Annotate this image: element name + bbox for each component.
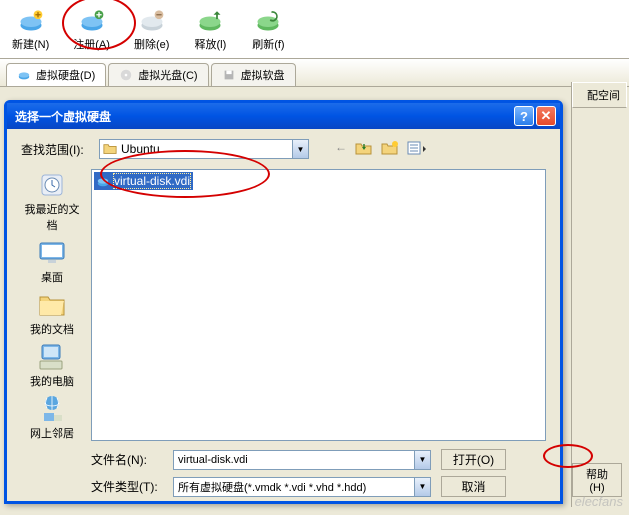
folder-icon bbox=[103, 142, 117, 156]
help-button[interactable]: 帮助(H) bbox=[572, 463, 622, 497]
delete-button[interactable]: 删除(e) bbox=[126, 2, 177, 56]
new-button[interactable]: 新建(N) bbox=[4, 2, 57, 56]
dialog-help-icon[interactable]: ? bbox=[514, 106, 534, 126]
sidebar-mydocs-label: 我的文档 bbox=[30, 324, 74, 336]
register-label: 注册(A) bbox=[73, 36, 110, 52]
dialog-titlebar: 选择一个虚拟硬盘 ? ✕ bbox=[7, 103, 560, 129]
sidebar-network[interactable]: 网上邻居 bbox=[30, 393, 74, 441]
space-column: 配空间 bbox=[572, 82, 627, 108]
sidebar-mydocs[interactable]: 我的文档 bbox=[30, 289, 74, 337]
refresh-label: 刷新(f) bbox=[252, 36, 284, 52]
vdi-file-icon bbox=[96, 174, 110, 188]
new-folder-icon[interactable] bbox=[381, 140, 399, 159]
tab-hdd[interactable]: 虚拟硬盘(D) bbox=[6, 63, 106, 86]
new-label: 新建(N) bbox=[12, 36, 49, 52]
sidebar-desktop[interactable]: 桌面 bbox=[36, 237, 68, 285]
side-panel: 配空间 帮助(H) bbox=[571, 82, 627, 507]
file-name: virtual-disk.vdi bbox=[113, 173, 191, 189]
dialog-close-icon[interactable]: ✕ bbox=[536, 106, 556, 126]
lookin-label: 查找范围(I): bbox=[21, 141, 93, 158]
main-toolbar: 新建(N) 注册(A) 删除(e) 释放(l) 刷新(f) bbox=[0, 0, 629, 59]
release-button[interactable]: 释放(l) bbox=[185, 2, 235, 56]
sidebar-desktop-label: 桌面 bbox=[41, 272, 63, 284]
tab-fd-label: 虚拟软盘 bbox=[241, 67, 285, 83]
view-menu-icon[interactable] bbox=[407, 140, 427, 159]
tab-cd[interactable]: 虚拟光盘(C) bbox=[108, 63, 208, 86]
list-item[interactable]: virtual-disk.vdi bbox=[94, 172, 193, 190]
lookin-value: Ubuntu bbox=[121, 142, 160, 156]
delete-label: 删除(e) bbox=[134, 36, 169, 52]
chevron-down-icon[interactable]: ▼ bbox=[414, 451, 430, 469]
tab-cd-label: 虚拟光盘(C) bbox=[138, 67, 197, 83]
lookin-combo[interactable]: Ubuntu ▼ bbox=[99, 139, 309, 159]
register-button[interactable]: 注册(A) bbox=[65, 2, 118, 56]
filename-input[interactable]: virtual-disk.vdi ▼ bbox=[173, 450, 431, 470]
tab-fd[interactable]: 虚拟软盘 bbox=[211, 63, 296, 86]
filetype-select[interactable]: 所有虚拟硬盘(*.vmdk *.vdi *.vhd *.hdd) ▼ bbox=[173, 477, 431, 497]
back-icon[interactable]: ← bbox=[335, 140, 347, 159]
chevron-down-icon[interactable]: ▼ bbox=[292, 140, 308, 158]
file-list[interactable]: virtual-disk.vdi bbox=[91, 169, 546, 441]
filetype-label: 文件类型(T): bbox=[91, 478, 163, 495]
filetype-value: 所有虚拟硬盘(*.vmdk *.vdi *.vhd *.hdd) bbox=[178, 479, 366, 495]
sidebar-mycomputer-label: 我的电脑 bbox=[30, 376, 74, 388]
sidebar-recent-label: 我最近的文档 bbox=[25, 204, 80, 232]
up-folder-icon[interactable] bbox=[355, 140, 373, 159]
release-label: 释放(l) bbox=[195, 36, 227, 52]
cancel-button[interactable]: 取消 bbox=[441, 476, 506, 497]
watermark: elecfans bbox=[575, 494, 623, 509]
refresh-button[interactable]: 刷新(f) bbox=[243, 2, 293, 56]
open-button[interactable]: 打开(O) bbox=[441, 449, 506, 470]
chevron-down-icon[interactable]: ▼ bbox=[414, 478, 430, 496]
filename-label: 文件名(N): bbox=[91, 451, 163, 468]
sidebar-recent[interactable]: 我最近的文档 bbox=[21, 169, 83, 233]
places-sidebar: 我最近的文档 桌面 我的文档 我的电脑 bbox=[21, 169, 83, 441]
filename-value: virtual-disk.vdi bbox=[178, 454, 248, 466]
sidebar-network-label: 网上邻居 bbox=[30, 428, 74, 440]
file-open-dialog: 选择一个虚拟硬盘 ? ✕ 查找范围(I): Ubuntu ▼ ← bbox=[4, 100, 563, 504]
sidebar-mycomputer[interactable]: 我的电脑 bbox=[30, 341, 74, 389]
dialog-title: 选择一个虚拟硬盘 bbox=[15, 108, 111, 125]
tabs-bar: 虚拟硬盘(D) 虚拟光盘(C) 虚拟软盘 bbox=[0, 59, 629, 87]
tab-hdd-label: 虚拟硬盘(D) bbox=[36, 67, 95, 83]
